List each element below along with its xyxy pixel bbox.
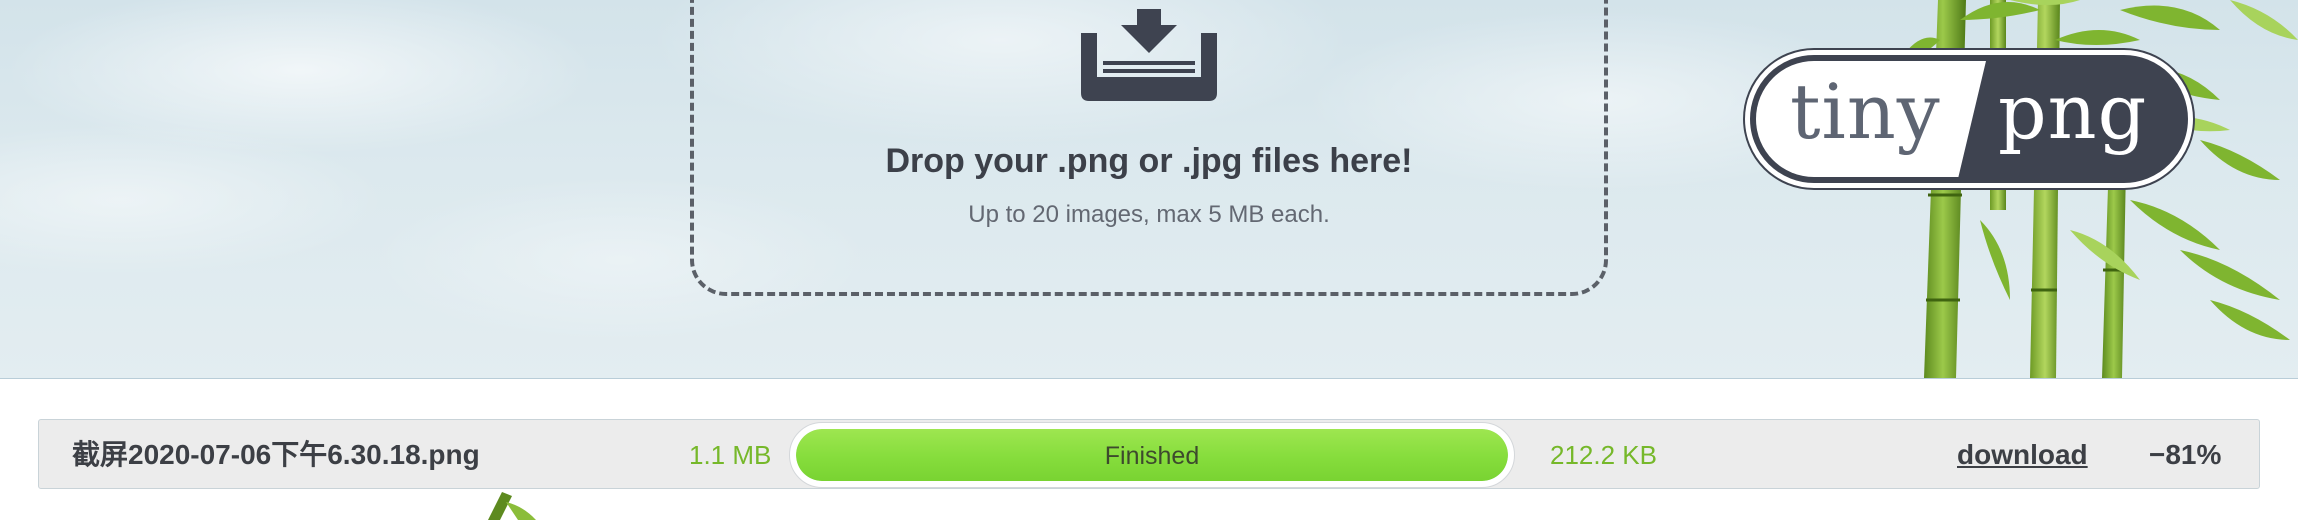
progress-track: Finished — [796, 429, 1508, 481]
tinypng-logo[interactable]: tiny png — [1745, 50, 2193, 188]
logo-text-png: png — [1998, 67, 2148, 156]
hero-banner: Drop your .png or .jpg files here! Up to… — [0, 0, 2298, 379]
logo-text-tiny: tiny — [1790, 67, 1941, 156]
dropzone-subtitle: Up to 20 images, max 5 MB each. — [968, 201, 1330, 228]
result-row: 截屏2020-07-06下午6.30.18.png 1.1 MB Finishe… — [38, 419, 2260, 489]
result-original-size: 1.1 MB — [689, 440, 772, 470]
result-compressed-size: 212.2 KB — [1550, 440, 1657, 470]
result-savings-percent: −81% — [2149, 439, 2222, 470]
bamboo-leaf-decoration — [488, 492, 536, 520]
download-tray-icon — [1081, 9, 1217, 101]
file-dropzone[interactable]: Drop your .png or .jpg files here! Up to… — [690, 0, 1608, 296]
progress-status-label: Finished — [1104, 442, 1200, 470]
compression-progress-bar: Finished — [789, 422, 1515, 488]
dropzone-title: Drop your .png or .jpg files here! — [885, 142, 1413, 180]
download-link[interactable]: download — [1957, 420, 2088, 490]
result-filename: 截屏2020-07-06下午6.30.18.png — [72, 439, 480, 470]
